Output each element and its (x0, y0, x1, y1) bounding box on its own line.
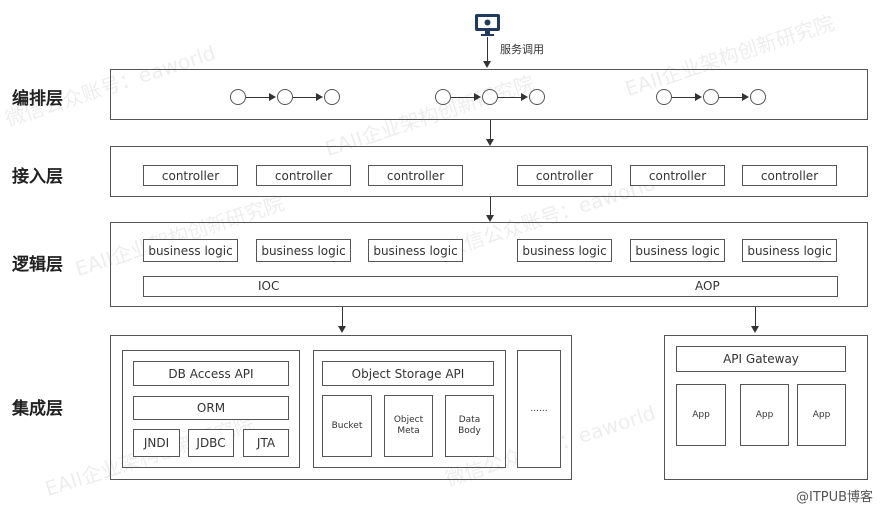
flow-arrowhead (521, 93, 528, 101)
data-body-box: Data Body (445, 395, 494, 457)
controller-box: controller (742, 165, 837, 186)
business-logic-box: business logic (368, 239, 463, 262)
bucket-box: Bucket (322, 395, 372, 457)
more-box: ...... (517, 350, 561, 468)
controller-box: controller (630, 165, 725, 186)
flow-arrowhead (695, 93, 702, 101)
jta-box: JTA (243, 429, 289, 457)
flow-node (435, 89, 451, 105)
monitor-gear-icon (474, 13, 501, 37)
flow-arrowhead (269, 93, 276, 101)
flow-node (230, 89, 246, 105)
flow-arrowhead (316, 93, 323, 101)
flow-arrowhead (474, 93, 481, 101)
business-logic-box: business logic (256, 239, 351, 262)
controller-box: controller (368, 165, 463, 186)
controller-box: controller (143, 165, 238, 186)
logic-layer-label: 逻辑层 (12, 255, 63, 275)
flow-node (529, 89, 545, 105)
flow-arrow (672, 97, 695, 98)
ioc-aop-bar (143, 276, 838, 297)
itpub-watermark: @ITPUB博客 (796, 490, 874, 505)
business-logic-box: business logic (517, 239, 612, 262)
controller-box: controller (517, 165, 612, 186)
business-logic-box: business logic (630, 239, 725, 262)
access-layer-label: 接入层 (12, 167, 63, 187)
ioc-label: IOC (258, 279, 280, 293)
orm-box: ORM (133, 396, 289, 420)
flow-arrow (719, 97, 742, 98)
app-box: App (676, 384, 726, 446)
flow-node (750, 89, 766, 105)
integration-layer-label: 集成层 (12, 399, 63, 419)
flow-node (277, 89, 293, 105)
object-meta-box: Object Meta (384, 395, 433, 457)
app-box: App (797, 384, 846, 446)
app-box: App (740, 384, 789, 446)
flow-node (656, 89, 672, 105)
flow-arrow (451, 97, 474, 98)
db-access-api-box: DB Access API (133, 361, 289, 386)
flow-arrow (246, 97, 269, 98)
jdbc-box: JDBC (188, 429, 234, 457)
flow-arrow (293, 97, 316, 98)
business-logic-box: business logic (742, 239, 837, 262)
service-call-label: 服务调用 (500, 43, 544, 56)
jndi-box: JNDI (133, 429, 180, 457)
business-logic-box: business logic (143, 239, 238, 262)
flow-node (324, 89, 340, 105)
flow-node (703, 89, 719, 105)
flow-arrowhead (742, 93, 749, 101)
controller-box: controller (256, 165, 351, 186)
flow-arrow (498, 97, 521, 98)
object-storage-api-box: Object Storage API (322, 361, 494, 386)
flow-node (482, 89, 498, 105)
aop-label: AOP (695, 279, 720, 293)
orchestration-layer-label: 编排层 (12, 89, 63, 109)
api-gateway-box: API Gateway (676, 346, 846, 372)
